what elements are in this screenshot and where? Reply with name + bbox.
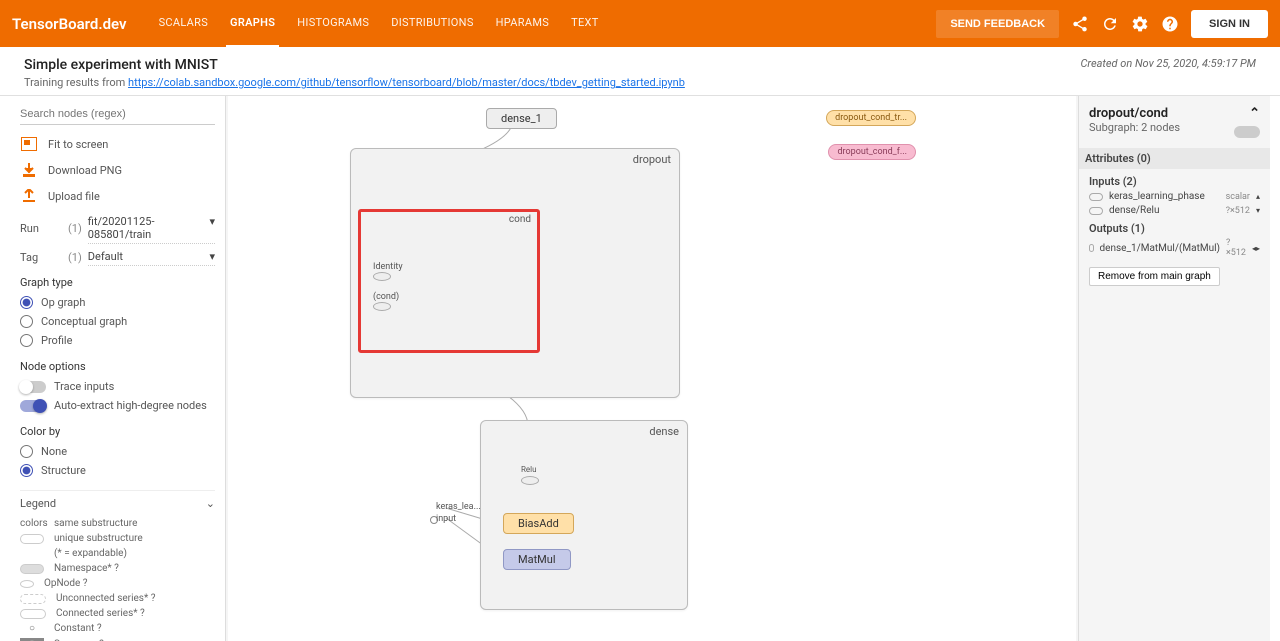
info-title: dropout/cond — [1089, 106, 1168, 121]
colab-link[interactable]: https://colab.sandbox.google.com/github/… — [128, 76, 685, 89]
swatch-unique — [20, 534, 44, 544]
legend-body: colorssame substructure unique substruct… — [20, 516, 215, 641]
fit-label: Fit to screen — [48, 138, 108, 151]
input-label: input — [436, 514, 456, 524]
collapse-icon[interactable]: ⌃ — [1249, 106, 1260, 121]
keras-lea-label: keras_lea... — [436, 502, 481, 512]
extracted-node-2[interactable]: dropout_cond_f... — [828, 144, 916, 160]
share-icon[interactable] — [1071, 15, 1089, 33]
chevron-down-icon: ▾ — [209, 215, 215, 241]
remove-from-graph-button[interactable]: Remove from main graph — [1089, 267, 1220, 286]
relu-label: Relu — [521, 465, 537, 474]
down-icon[interactable]: ▾ — [1256, 206, 1260, 215]
help-icon[interactable] — [1161, 15, 1179, 33]
node-dense[interactable]: dense Relu BiasAdd MatMul — [480, 420, 688, 610]
experiment-desc: Training results from https://colab.sand… — [24, 76, 685, 89]
tag-count: (1) — [68, 251, 82, 264]
info-subgraph: Subgraph: 2 nodes — [1089, 121, 1180, 134]
upload-icon — [20, 188, 38, 204]
node-matmul[interactable]: MatMul — [503, 549, 571, 570]
dropout-label: dropout — [633, 153, 671, 166]
colors-label: colors — [20, 518, 44, 529]
swatch-constant: ○ — [20, 623, 44, 634]
auto-extract-toggle[interactable]: Auto-extract high-degree nodes — [20, 396, 215, 415]
fit-to-screen[interactable]: Fit to screen — [20, 131, 215, 157]
tab-hparams[interactable]: HPARAMS — [492, 0, 553, 48]
inputs-header: Inputs (2) — [1089, 175, 1260, 188]
upload-file[interactable]: Upload file — [20, 183, 215, 209]
fit-icon — [20, 136, 38, 152]
sort-icon[interactable]: ◂▸ — [1252, 244, 1260, 253]
created-on: Created on Nov 25, 2020, 4:59:17 PM — [1080, 57, 1256, 70]
node-options-title: Node options — [20, 360, 215, 373]
upload-label: Upload file — [48, 190, 100, 203]
tag-value[interactable]: Default▾ — [88, 248, 215, 266]
gt-profile[interactable]: Profile — [20, 331, 215, 350]
relu-node[interactable] — [521, 476, 539, 485]
logo: TensorBoard.dev — [12, 15, 127, 33]
download-label: Download PNG — [48, 164, 122, 177]
graph-area[interactable]: dense_1 dropout cond Identity (cond) den… — [228, 96, 1076, 641]
output-row-1[interactable]: dense_1/MatMul/(MatMul)?×512◂▸ — [1089, 238, 1260, 258]
tab-scalars[interactable]: SCALARS — [155, 0, 212, 48]
identity-node[interactable] — [373, 272, 391, 281]
swatch-namespace — [20, 564, 44, 574]
graph-type-title: Graph type — [20, 276, 215, 289]
tabs: SCALARS GRAPHS HISTOGRAMS DISTRIBUTIONS … — [155, 0, 603, 48]
download-png[interactable]: Download PNG — [20, 157, 215, 183]
node-biasadd[interactable]: BiasAdd — [503, 513, 574, 534]
chevron-down-icon: ▾ — [209, 250, 215, 263]
node-dense-1[interactable]: dense_1 — [486, 108, 557, 129]
trace-inputs-toggle[interactable]: Trace inputs — [20, 377, 215, 396]
run-label: Run — [20, 222, 62, 235]
cb-structure[interactable]: Structure — [20, 461, 215, 480]
run-selector[interactable]: Run (1) fit/20201125-085801/train▾ — [20, 213, 215, 244]
dense-label: dense — [649, 425, 679, 438]
experiment-title: Simple experiment with MNIST — [24, 57, 685, 73]
subgraph-toggle[interactable] — [1234, 126, 1260, 138]
subbar: Simple experiment with MNIST Training re… — [0, 47, 1280, 96]
download-icon — [20, 162, 38, 178]
tab-histograms[interactable]: HISTOGRAMS — [293, 0, 373, 48]
gt-conceptual[interactable]: Conceptual graph — [20, 312, 215, 331]
swatch-unconnected — [20, 594, 46, 604]
input-row-2[interactable]: dense/Relu?×512▾ — [1089, 205, 1260, 216]
input-row-1[interactable]: keras_learning_phasescalar▴ — [1089, 191, 1260, 202]
tag-label: Tag — [20, 251, 62, 264]
topbar: TensorBoard.dev SCALARS GRAPHS HISTOGRAM… — [0, 0, 1280, 47]
sign-in-button[interactable]: SIGN IN — [1191, 10, 1268, 38]
up-icon[interactable]: ▴ — [1256, 192, 1260, 201]
legend-header[interactable]: Legend ⌄ — [20, 490, 215, 516]
main: Fit to screen Download PNG Upload file R… — [10, 96, 1270, 641]
search-input[interactable] — [20, 104, 215, 125]
gt-op[interactable]: Op graph — [20, 293, 215, 312]
send-feedback-button[interactable]: SEND FEEDBACK — [936, 10, 1059, 38]
node-cond-selected[interactable]: cond Identity (cond) — [358, 209, 540, 353]
cond-inner-label: (cond) — [373, 292, 399, 302]
color-by-title: Color by — [20, 425, 215, 438]
topbar-right: SEND FEEDBACK SIGN IN — [936, 10, 1268, 38]
run-value[interactable]: fit/20201125-085801/train▾ — [88, 213, 215, 244]
cond-label: cond — [509, 214, 531, 225]
swatch-connected — [20, 609, 46, 619]
cb-none[interactable]: None — [20, 442, 215, 461]
settings-icon[interactable] — [1131, 15, 1149, 33]
sidebar: Fit to screen Download PNG Upload file R… — [10, 96, 226, 641]
identity-label: Identity — [373, 262, 403, 272]
tab-graphs[interactable]: GRAPHS — [226, 0, 279, 48]
run-count: (1) — [68, 222, 82, 235]
desc-prefix: Training results from — [24, 76, 128, 89]
tab-distributions[interactable]: DISTRIBUTIONS — [387, 0, 477, 48]
swatch-opnode — [20, 580, 34, 588]
cond-inner-node[interactable] — [373, 302, 391, 311]
outputs-header: Outputs (1) — [1089, 222, 1260, 235]
tag-selector[interactable]: Tag (1) Default▾ — [20, 248, 215, 266]
extracted-node-1[interactable]: dropout_cond_tr... — [826, 110, 916, 126]
attributes-header: Attributes (0) — [1079, 148, 1270, 169]
info-panel: dropout/cond ⌃ Subgraph: 2 nodes Attribu… — [1078, 96, 1270, 641]
chevron-down-icon: ⌄ — [206, 497, 215, 510]
tab-text[interactable]: TEXT — [567, 0, 602, 48]
refresh-icon[interactable] — [1101, 15, 1119, 33]
